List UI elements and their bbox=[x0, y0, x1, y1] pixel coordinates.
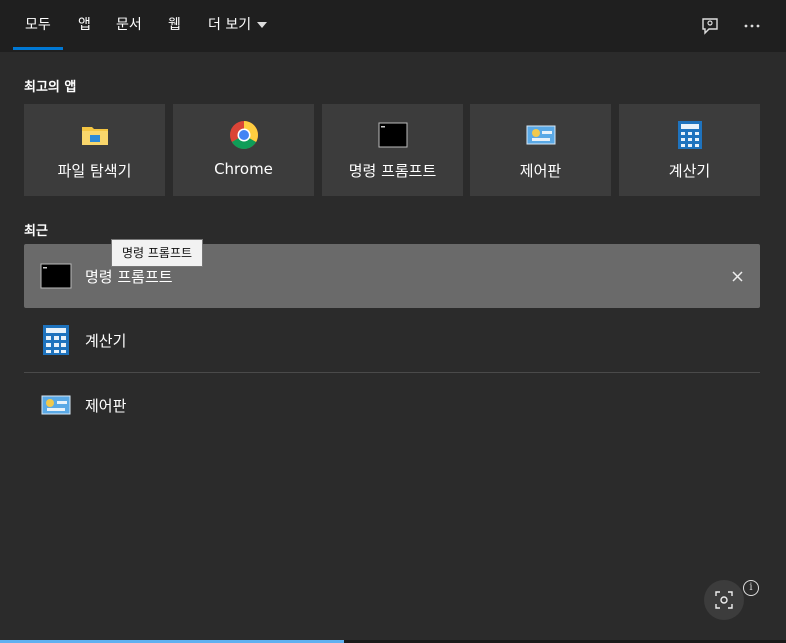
tab-apps-label: 앱 bbox=[78, 17, 91, 33]
tab-more-label: 더 보기 bbox=[208, 17, 252, 33]
tab-documents[interactable]: 문서 bbox=[116, 0, 142, 52]
top-app-calculator[interactable]: 계산기 bbox=[619, 104, 760, 196]
top-app-label: 제어판 bbox=[519, 162, 562, 180]
top-app-label: 명령 프롬프트 bbox=[348, 162, 437, 180]
info-icon[interactable]: i bbox=[743, 580, 759, 596]
recent-item-label: 계산기 bbox=[85, 332, 127, 350]
close-icon[interactable] bbox=[732, 271, 743, 282]
tab-all-label: 모두 bbox=[25, 17, 51, 33]
more-options-button[interactable] bbox=[738, 12, 766, 40]
terminal-icon bbox=[378, 122, 407, 148]
top-app-control-panel[interactable]: 제어판 bbox=[470, 104, 611, 196]
calculator-icon bbox=[43, 325, 69, 355]
tab-all[interactable]: 모두 bbox=[13, 0, 63, 52]
feedback-icon bbox=[702, 18, 718, 35]
top-app-label: Chrome bbox=[214, 160, 273, 178]
recent-item-calculator[interactable]: 계산기 bbox=[24, 308, 760, 372]
feedback-button[interactable] bbox=[696, 12, 724, 40]
tooltip: 명령 프롬프트 bbox=[111, 239, 204, 267]
calculator-icon bbox=[677, 121, 702, 149]
top-app-chrome[interactable]: Chrome bbox=[173, 104, 314, 196]
chevron-down-icon bbox=[257, 22, 268, 28]
chrome-icon bbox=[229, 121, 258, 149]
terminal-icon bbox=[40, 263, 72, 289]
control-panel-icon bbox=[526, 125, 555, 145]
more-icon bbox=[744, 24, 760, 28]
recent-heading: 최근 bbox=[24, 224, 48, 239]
top-app-label: 파일 탐색기 bbox=[57, 162, 132, 180]
recent-item-label: 제어판 bbox=[85, 397, 127, 415]
recent-item-control-panel[interactable]: 제어판 bbox=[24, 373, 760, 437]
top-app-command-prompt[interactable]: 명령 프롬프트 bbox=[322, 104, 463, 196]
screenshot-search-button[interactable] bbox=[704, 580, 744, 620]
search-tabs-bar: 모두 앱 문서 웹 더 보기 bbox=[0, 0, 786, 52]
folder-icon bbox=[81, 127, 108, 145]
tab-apps[interactable]: 앱 bbox=[78, 0, 91, 52]
tab-more[interactable]: 더 보기 bbox=[208, 0, 268, 52]
screen-capture-icon bbox=[715, 591, 733, 609]
control-panel-icon bbox=[41, 395, 71, 415]
tab-web[interactable]: 웹 bbox=[168, 0, 181, 52]
tab-documents-label: 문서 bbox=[116, 17, 142, 33]
top-app-file-explorer[interactable]: 파일 탐색기 bbox=[24, 104, 165, 196]
top-app-label: 계산기 bbox=[668, 162, 711, 180]
top-apps-heading: 최고의 앱 bbox=[24, 80, 77, 95]
tab-web-label: 웹 bbox=[168, 17, 181, 33]
recent-item-label: 명령 프롬프트 bbox=[85, 268, 173, 286]
